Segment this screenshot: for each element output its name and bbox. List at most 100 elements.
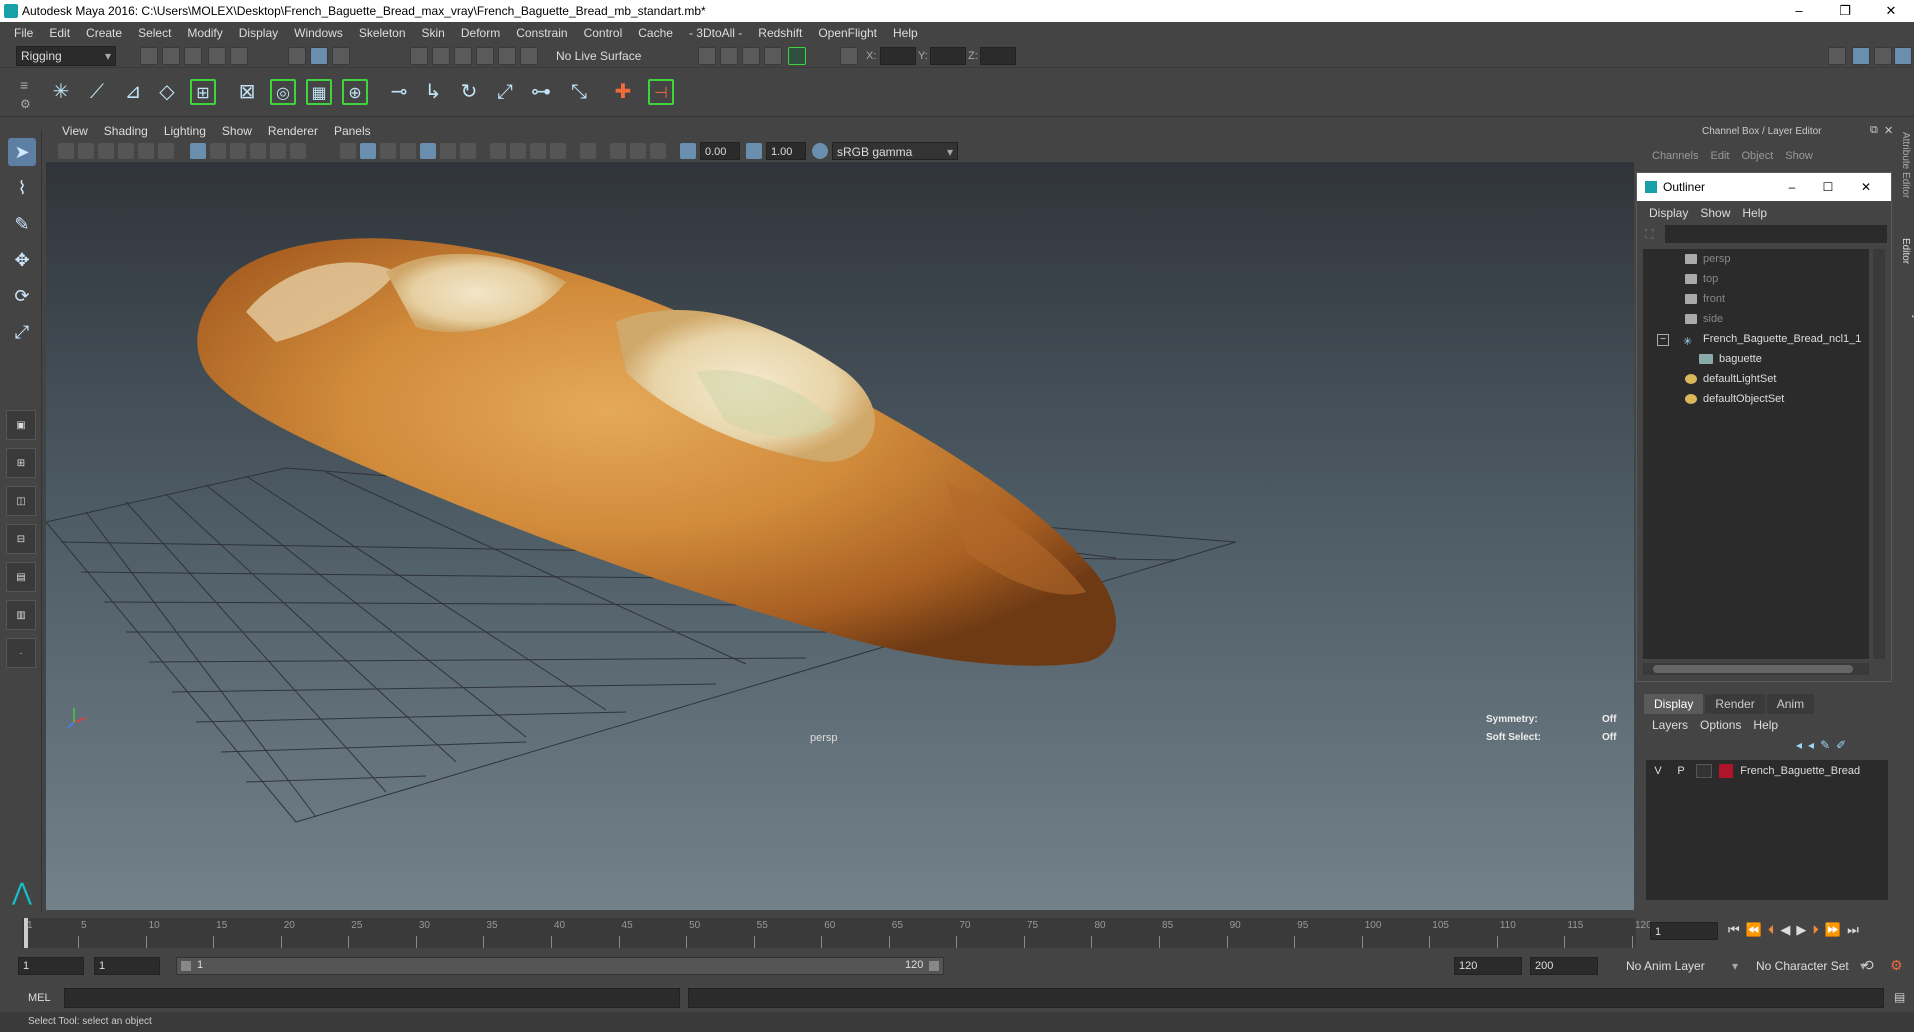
magnet-icon[interactable] <box>520 47 538 65</box>
menu-constrain[interactable]: Constrain <box>508 26 575 40</box>
undo-icon[interactable] <box>208 47 226 65</box>
outliner-minimize-button[interactable]: – <box>1777 173 1807 201</box>
layers-menu-help[interactable]: Help <box>1747 718 1784 732</box>
menu-control[interactable]: Control <box>576 26 631 40</box>
hypershade-icon[interactable] <box>788 47 806 65</box>
layer-row[interactable]: V P French_Baguette_Bread <box>1650 762 1886 780</box>
paint-weights-icon[interactable]: ⊠ <box>234 79 260 105</box>
outliner-item-default-object-set[interactable]: defaultObjectSet <box>1685 389 1784 409</box>
outliner-layout-icon[interactable]: ▤ <box>6 562 36 592</box>
mel-command-input[interactable] <box>64 988 680 1008</box>
parent-constraint-icon[interactable]: ⊶ <box>528 79 554 105</box>
range-start-handle[interactable] <box>181 961 191 971</box>
exposure-field[interactable]: 0.00 <box>700 142 740 160</box>
menu-select[interactable]: Select <box>130 26 179 40</box>
select-component-icon[interactable] <box>332 47 350 65</box>
timeline[interactable]: 1 5 10 15 20 25 30 35 40 45 50 55 60 65 70 75 80 85 90 95 10… <box>22 918 1652 948</box>
move-layer-up-icon[interactable]: ◂ <box>1796 738 1802 752</box>
go-to-start-button[interactable]: ⏮ <box>1728 922 1740 938</box>
outliner-item-persp[interactable]: persp <box>1685 249 1731 269</box>
joint-tool-icon[interactable]: ✳ <box>48 79 74 105</box>
new-layer-icon[interactable]: ✎ <box>1820 738 1830 752</box>
snap-live-icon[interactable] <box>498 47 516 65</box>
locator-icon[interactable]: ✚ <box>610 79 636 105</box>
snap-point-icon[interactable] <box>454 47 472 65</box>
outliner-item-front[interactable]: front <box>1685 289 1725 309</box>
animation-preferences-icon[interactable]: ⚙ <box>1890 957 1903 974</box>
menu-cache[interactable]: Cache <box>630 26 681 40</box>
move-tool-icon[interactable]: ✥ <box>8 246 36 274</box>
render-view-icon[interactable] <box>698 47 716 65</box>
vp-menu-shading[interactable]: Shading <box>96 124 156 138</box>
four-view-layout-icon[interactable]: ⊞ <box>6 448 36 478</box>
color-space-dropdown[interactable]: sRGB gamma <box>832 142 958 161</box>
collapse-icon[interactable]: − <box>1657 334 1669 346</box>
snap-grid-icon[interactable] <box>410 47 428 65</box>
menu-help[interactable]: Help <box>885 26 926 40</box>
gamma-icon[interactable] <box>746 143 762 159</box>
single-view-layout-icon[interactable]: ▣ <box>6 410 36 440</box>
auto-key-icon[interactable]: ⟲ <box>1862 957 1874 974</box>
layers-menu-layers[interactable]: Layers <box>1646 718 1694 732</box>
ambient-occlusion-icon[interactable] <box>490 143 506 159</box>
outliner-item-baguette[interactable]: baguette <box>1699 349 1762 369</box>
xray-active-icon[interactable] <box>630 143 646 159</box>
step-back-frame-button[interactable]: ⏴ <box>1768 922 1775 938</box>
menu-display[interactable]: Display <box>231 26 286 40</box>
select-hierarchy-icon[interactable] <box>288 47 306 65</box>
outliner-menu-show[interactable]: Show <box>1694 206 1736 220</box>
point-constraint-icon[interactable]: ⊸ <box>386 79 412 105</box>
current-frame-marker[interactable] <box>24 918 28 948</box>
scale-constraint-icon[interactable]: ⤢ <box>492 79 518 105</box>
isolate-select-icon[interactable] <box>580 143 596 159</box>
create-rig-icon[interactable]: ⊣ <box>648 79 674 105</box>
current-frame-field[interactable]: 1 <box>1650 922 1718 940</box>
step-forward-frame-button[interactable]: ⏵ <box>1812 922 1819 938</box>
cb-menu-edit[interactable]: Edit <box>1704 150 1735 162</box>
menu-openflight[interactable]: OpenFlight <box>810 26 885 40</box>
outliner-menu-display[interactable]: Display <box>1643 206 1694 220</box>
outliner-item-side[interactable]: side <box>1685 309 1723 329</box>
wireframe-icon[interactable] <box>340 143 356 159</box>
menu-file[interactable]: File <box>6 26 41 40</box>
animation-end-field[interactable]: 200 <box>1530 957 1598 975</box>
close-panel-icon[interactable]: ✕ <box>1884 124 1893 137</box>
gamma-field[interactable]: 1.00 <box>766 142 806 160</box>
layers-menu-options[interactable]: Options <box>1694 718 1747 732</box>
layer-playback-toggle[interactable]: P <box>1673 762 1689 780</box>
y-field[interactable] <box>930 47 966 65</box>
live-surface-label[interactable]: No Live Surface <box>556 49 641 63</box>
close-button[interactable]: ✕ <box>1868 0 1914 22</box>
menu-3dtoall[interactable]: - 3DtoAll - <box>681 26 750 40</box>
shadows-icon[interactable] <box>460 143 476 159</box>
custom-layout-icon[interactable]: · <box>6 638 36 668</box>
character-set-dropdown[interactable]: No Character Set <box>1752 957 1870 975</box>
vp-menu-view[interactable]: View <box>54 124 96 138</box>
channel-box-tab[interactable]: Channel Box / Layer Editor <box>1900 238 1914 348</box>
outliner-item-top[interactable]: top <box>1685 269 1718 289</box>
vp-menu-lighting[interactable]: Lighting <box>156 124 214 138</box>
ik-handle-icon[interactable]: ⟋ <box>84 79 110 105</box>
outliner-menu-help[interactable]: Help <box>1736 206 1773 220</box>
select-tool-icon[interactable]: ➤ <box>8 138 36 166</box>
attribute-editor-tab[interactable]: Attribute Editor <box>1900 132 1911 198</box>
snap-curve-icon[interactable] <box>432 47 450 65</box>
wireframe-on-shaded-icon[interactable] <box>380 143 396 159</box>
insert-joint-icon[interactable]: ⊞ <box>190 79 216 105</box>
film-gate-icon[interactable] <box>210 143 226 159</box>
render-settings-icon[interactable] <box>764 47 782 65</box>
anti-aliasing-icon[interactable] <box>530 143 546 159</box>
anim-layer-dropdown[interactable]: No Anim Layer <box>1622 957 1742 975</box>
menu-modify[interactable]: Modify <box>179 26 230 40</box>
filter-icon[interactable]: ⛶ <box>1645 227 1653 242</box>
layer-tab-display[interactable]: Display <box>1644 694 1704 714</box>
rotate-tool-icon[interactable]: ⟳ <box>8 282 36 310</box>
vp-menu-show[interactable]: Show <box>214 124 260 138</box>
outliner-item-default-light-set[interactable]: defaultLightSet <box>1685 369 1776 389</box>
two-stack-layout-icon[interactable]: ⊟ <box>6 524 36 554</box>
layer-tab-anim[interactable]: Anim <box>1766 694 1815 714</box>
menu-create[interactable]: Create <box>78 26 130 40</box>
script-editor-icon[interactable]: ▤ <box>1894 990 1905 1004</box>
menu-windows[interactable]: Windows <box>286 26 351 40</box>
lattice-icon[interactable]: ◎ <box>270 79 296 105</box>
